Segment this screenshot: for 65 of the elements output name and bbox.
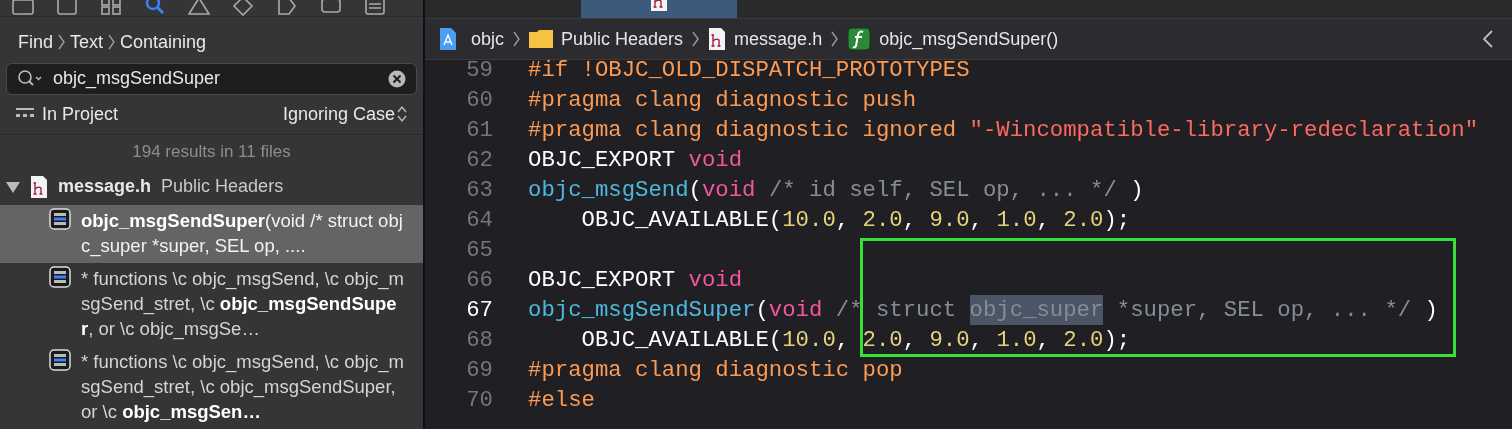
tag-icon[interactable] <box>276 0 298 16</box>
line-number: 62 <box>465 146 494 175</box>
code-line: objc_msgSend(void /* id self, SEL op, ... */ ) <box>528 176 1144 205</box>
chevron-icon <box>830 30 840 48</box>
line-number: 61 <box>465 116 494 145</box>
line-number: 67 <box>465 296 494 325</box>
stepper-icon <box>397 105 407 124</box>
file-name[interactable]: message.h <box>58 176 152 198</box>
scope-selector[interactable]: In Project <box>42 103 119 125</box>
breadcrumb-item[interactable]: Public Headers <box>561 28 684 50</box>
back-icon[interactable] <box>1482 29 1494 49</box>
symbol-icon <box>49 266 71 288</box>
line-number: 60 <box>465 86 494 115</box>
search-result[interactable]: * functions \c objc_msgSend, \c objc_msgSend_stret, \c objc_msgSendSuper, or \c objc_msgSen… <box>0 346 423 429</box>
code-line: #if !OBJC_OLD_DISPATCH_PROTOTYPES <box>528 60 970 85</box>
line-number: 63 <box>465 176 494 205</box>
symbol-icon <box>49 208 71 230</box>
line-number: 70 <box>465 386 494 415</box>
code-line: OBJC_EXPORT void <box>528 266 743 295</box>
line-number: 59 <box>465 60 494 85</box>
line-number: 64 <box>465 206 494 235</box>
folder-icon[interactable] <box>12 0 34 16</box>
find-mode-item[interactable]: Find <box>18 31 53 53</box>
code-line: #else <box>528 386 595 415</box>
find-mode-item[interactable]: Containing <box>120 31 207 53</box>
diamond-icon[interactable] <box>232 0 254 16</box>
file-group: Public Headers <box>161 176 284 198</box>
search-icon[interactable] <box>144 0 166 16</box>
header-file-icon <box>30 174 48 199</box>
code-line: OBJC_EXPORT void <box>528 146 743 175</box>
code-line: OBJC_AVAILABLE(10.0, 2.0, 9.0, 1.0, 2.0); <box>580 206 1131 235</box>
case-selector[interactable]: Ignoring Case <box>282 103 395 125</box>
code-line: objc_msgSendSuper(void /* struct objc_super *super, SEL op, ... */ ) <box>528 295 1438 325</box>
chevron-icon <box>57 33 66 52</box>
chevron-icon <box>512 30 522 48</box>
symbol-icon <box>49 349 71 371</box>
code-line: #pragma clang diagnostic ignored "-Wincompatible-library-redeclaration" <box>528 116 1478 145</box>
clear-icon[interactable] <box>388 69 406 88</box>
line-number: 65 <box>465 236 494 265</box>
results-summary: 194 results in 11 files <box>131 140 292 163</box>
grid-icon[interactable] <box>100 0 122 16</box>
line-number: 66 <box>465 266 494 295</box>
line-number: 68 <box>465 326 494 355</box>
header-file-icon <box>708 27 727 51</box>
search-field[interactable]: objc_msgSendSuper <box>6 63 417 95</box>
search-result[interactable]: objc_msgSendSuper(void /* struct objc_super *super, SEL op, .... <box>0 205 423 263</box>
code-line: OBJC_AVAILABLE(10.0, 2.0, 9.0, 1.0, 2.0); <box>580 326 1131 355</box>
code-line: #pragma clang diagnostic pop <box>528 356 903 385</box>
header-file-icon <box>650 0 668 12</box>
chevron-icon <box>107 33 117 52</box>
chevron-icon <box>691 30 701 48</box>
breadcrumb-item[interactable]: message.h <box>734 28 823 50</box>
editor-tab[interactable] <box>581 0 737 18</box>
find-mode-item[interactable]: Text <box>70 31 104 53</box>
bubble-icon[interactable] <box>320 0 342 16</box>
disclosure-triangle-icon[interactable] <box>6 180 20 193</box>
search-result[interactable]: * functions \c objc_msgSend, \c objc_msgSend_stret, \c objc_msgSendSuper, or \c objc_msgSe… <box>0 263 423 346</box>
warning-icon[interactable] <box>188 0 210 16</box>
folder-icon <box>529 27 554 51</box>
line-number: 69 <box>465 356 494 385</box>
list-icon[interactable] <box>364 0 386 16</box>
breadcrumb-item[interactable]: objc <box>471 28 505 50</box>
code-line: #pragma clang diagnostic push <box>528 86 917 115</box>
function-icon <box>847 27 872 51</box>
breadcrumb-item[interactable]: objc_msgSendSuper() <box>879 28 1059 50</box>
